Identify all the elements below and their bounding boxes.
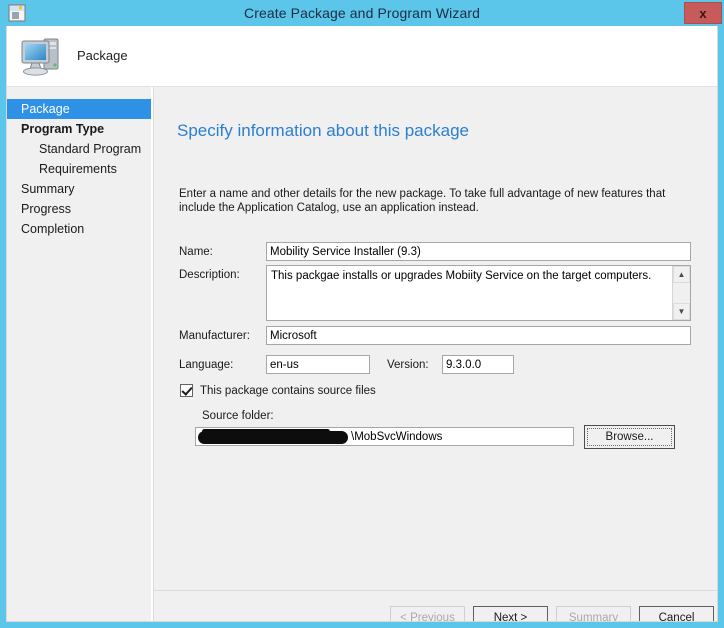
sidebar-item-requirements[interactable]: Requirements bbox=[7, 159, 151, 179]
banner-label: Package bbox=[77, 48, 128, 63]
manufacturer-input[interactable] bbox=[266, 326, 691, 345]
package-form: Name: Description: This packgae installs… bbox=[154, 87, 717, 621]
description-scrollbar[interactable]: ▲ ▼ bbox=[672, 266, 690, 320]
language-label: Language: bbox=[179, 359, 234, 371]
description-value: This packgae installs or upgrades Mobiit… bbox=[271, 270, 652, 282]
wizard-steps-sidebar: Package Program Type Standard Program Re… bbox=[7, 87, 152, 621]
source-folder-input[interactable]: \MobSvcWindows bbox=[195, 427, 574, 446]
version-input[interactable] bbox=[442, 355, 514, 374]
sidebar-item-package[interactable]: Package bbox=[7, 99, 151, 119]
chevron-down-icon[interactable]: ▼ bbox=[673, 303, 690, 320]
source-folder-label: Source folder: bbox=[202, 410, 274, 422]
language-input[interactable] bbox=[266, 355, 370, 374]
name-label: Name: bbox=[179, 246, 213, 258]
wizard-banner: Package bbox=[7, 26, 717, 87]
window-title: Create Package and Program Wizard bbox=[244, 5, 480, 21]
description-textarea[interactable]: This packgae installs or upgrades Mobiit… bbox=[266, 265, 691, 321]
source-files-checkbox-row[interactable]: This package contains source files bbox=[180, 384, 376, 397]
sidebar-item-standard-program[interactable]: Standard Program bbox=[7, 139, 151, 159]
sidebar-item-completion[interactable]: Completion bbox=[7, 219, 151, 239]
previous-button[interactable]: < Previous bbox=[390, 606, 465, 621]
source-files-checkbox[interactable] bbox=[180, 384, 193, 397]
sidebar-item-progress[interactable]: Progress bbox=[7, 199, 151, 219]
redacted-path-overlay bbox=[198, 429, 348, 444]
source-files-checkbox-label: This package contains source files bbox=[200, 384, 376, 397]
chevron-up-icon[interactable]: ▲ bbox=[673, 266, 690, 283]
sidebar-item-program-type[interactable]: Program Type bbox=[7, 119, 151, 139]
description-label: Description: bbox=[179, 269, 240, 281]
create-package-wizard-window: Create Package and Program Wizard x Pack… bbox=[0, 0, 724, 628]
source-folder-value: \MobSvcWindows bbox=[351, 431, 443, 443]
computer-icon bbox=[17, 32, 67, 80]
footer-divider bbox=[154, 590, 717, 591]
manufacturer-label: Manufacturer: bbox=[179, 330, 250, 342]
browse-button[interactable]: Browse... bbox=[584, 425, 675, 449]
summary-button[interactable]: Summary bbox=[556, 606, 631, 621]
name-input[interactable] bbox=[266, 242, 691, 261]
version-label: Version: bbox=[387, 359, 429, 371]
title-bar: Create Package and Program Wizard x bbox=[0, 0, 724, 26]
wizard-content-pane: Specify information about this package E… bbox=[153, 87, 717, 621]
cancel-button[interactable]: Cancel bbox=[639, 606, 714, 621]
sidebar-item-summary[interactable]: Summary bbox=[7, 179, 151, 199]
close-button[interactable]: x bbox=[684, 2, 722, 24]
next-button[interactable]: Next > bbox=[473, 606, 548, 621]
window-client-area: Package Package Program Type Standard Pr… bbox=[6, 26, 718, 622]
browse-button-label: Browse... bbox=[605, 431, 654, 443]
